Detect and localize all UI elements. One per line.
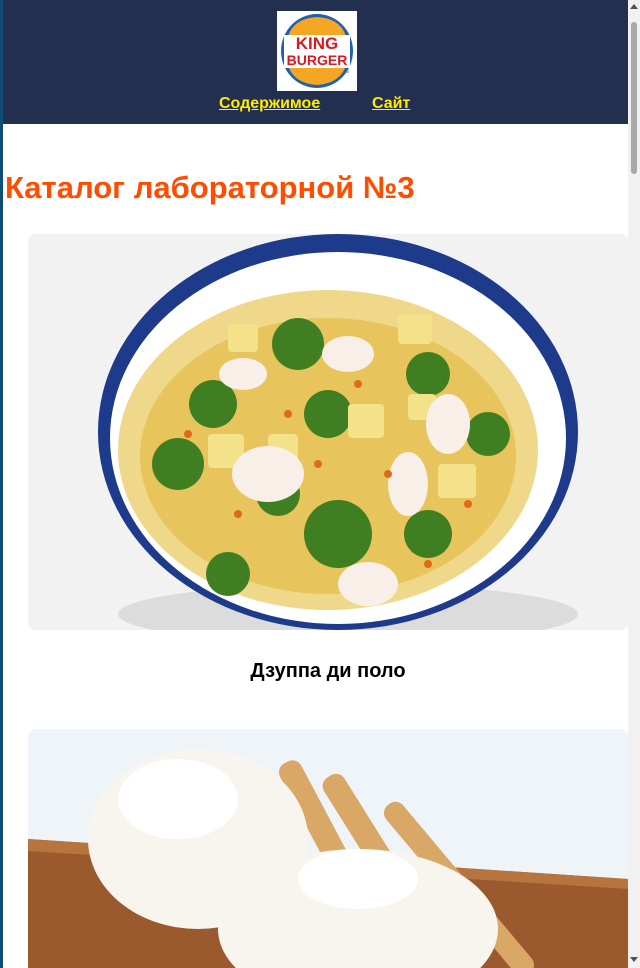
product-caption: Дзуппа ди поло xyxy=(250,660,406,682)
logo-text-burger: BURGER xyxy=(287,52,348,68)
scrollbar-thumb[interactable] xyxy=(631,22,637,174)
scrollbar[interactable] xyxy=(628,0,640,968)
page: KING BURGER TM Содержимое Сайт Каталог л… xyxy=(3,0,628,968)
product-image-burrata xyxy=(28,729,628,968)
logo-text-king: KING xyxy=(296,34,339,53)
nav-link-contents[interactable]: Содержимое xyxy=(219,95,320,113)
burger-king-logo[interactable]: KING BURGER TM xyxy=(277,11,357,91)
page-title: Каталог лабораторной №3 xyxy=(5,170,415,205)
scroll-up-arrow-icon[interactable] xyxy=(630,4,638,9)
scroll-down-arrow-icon[interactable] xyxy=(630,957,638,962)
header: KING BURGER TM Содержимое Сайт xyxy=(3,0,628,124)
nav-link-site[interactable]: Сайт xyxy=(372,95,410,113)
logo-trademark: TM xyxy=(343,69,349,74)
product-image-soup xyxy=(28,234,628,630)
